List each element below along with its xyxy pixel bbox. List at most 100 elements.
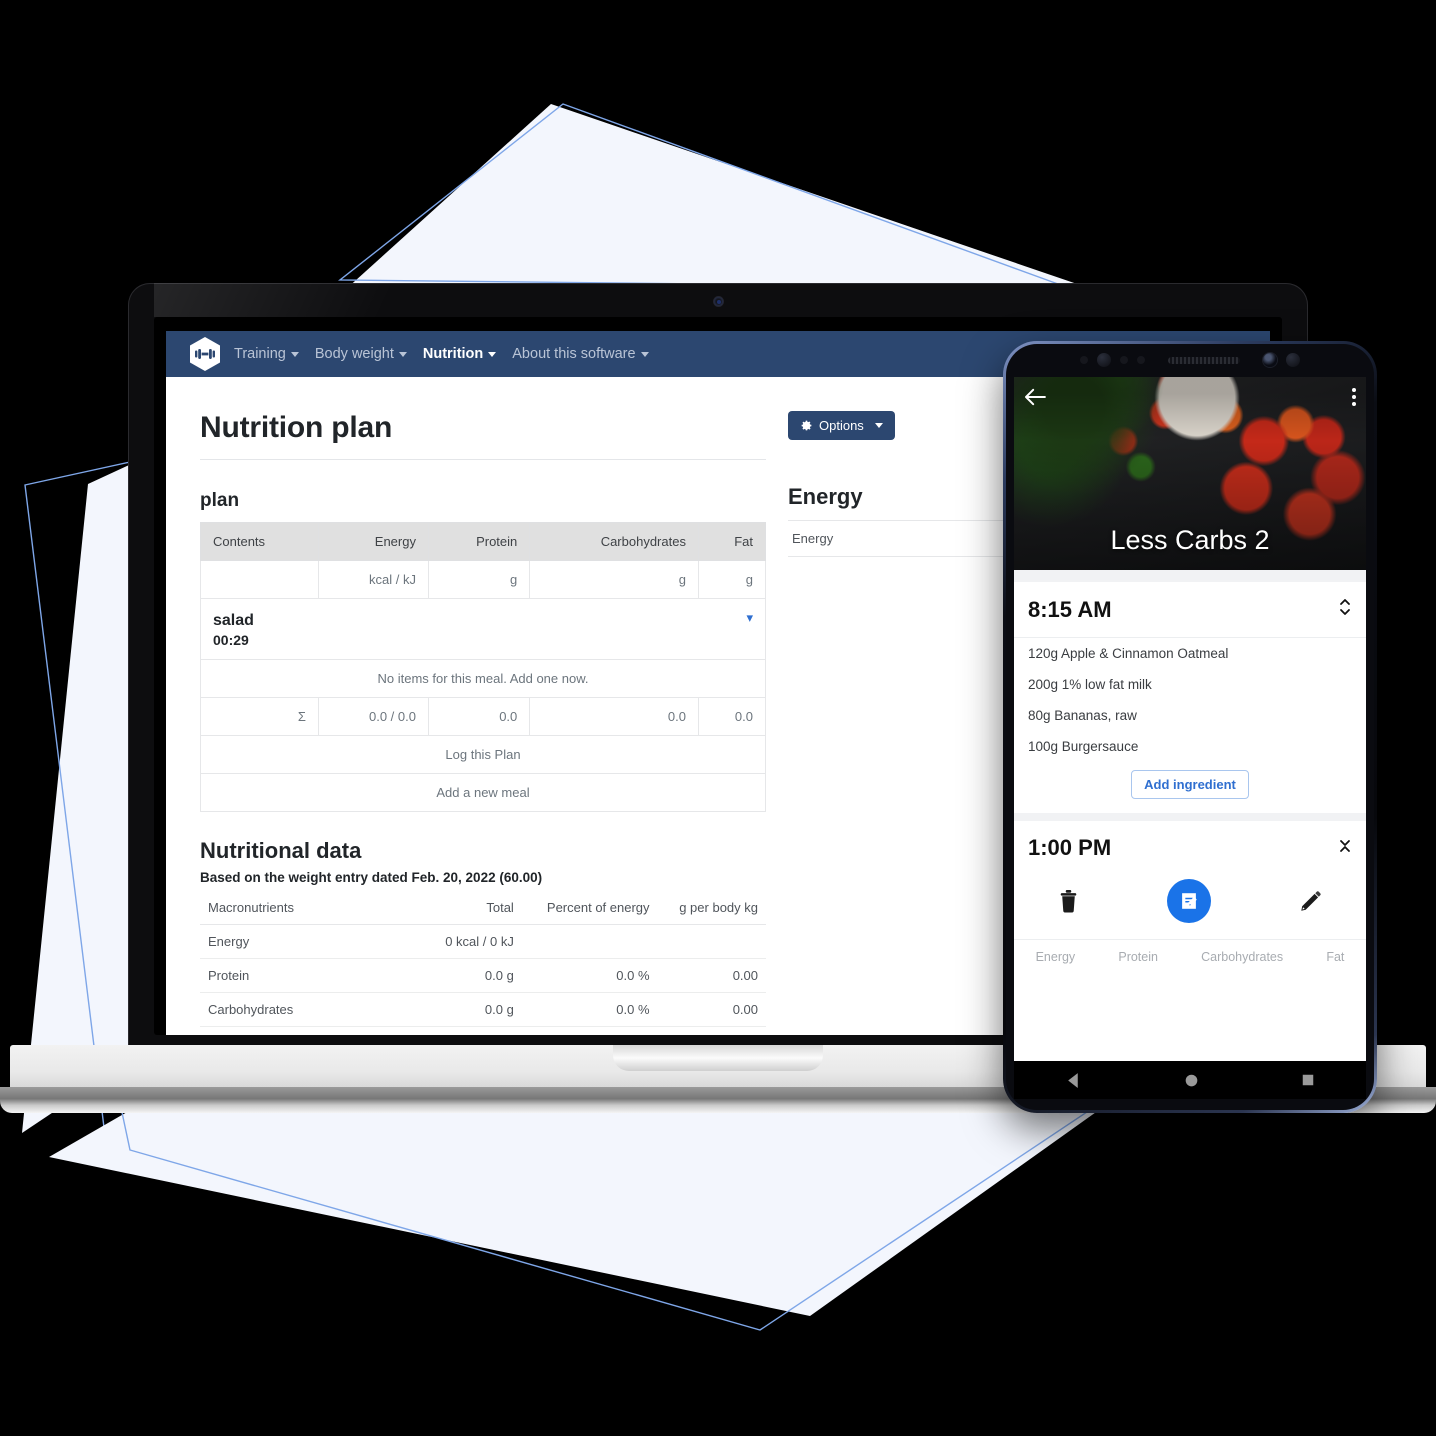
sum-energy: 0.0 / 0.0 bbox=[317, 696, 429, 736]
phone-device: :33 bbox=[1003, 341, 1377, 1113]
plan-heading: plan bbox=[200, 490, 240, 511]
nd-col-macronutrients: Macronutrients bbox=[200, 890, 425, 925]
nav-label: About this software bbox=[512, 346, 636, 362]
sensor-icon bbox=[1286, 353, 1300, 367]
table-row: Carbohydrates 0.0 g 0.0 % 0.00 bbox=[200, 992, 766, 1027]
recents-square-icon[interactable] bbox=[1301, 1073, 1315, 1087]
macro-label-fat: Fat bbox=[1326, 950, 1345, 964]
log-plan-row[interactable]: Log this Plan bbox=[200, 734, 766, 774]
list-item[interactable]: 120g Apple & Cinnamon Oatmeal bbox=[1014, 638, 1366, 669]
no-items-link[interactable]: No items for this meal. Add one now. bbox=[200, 658, 766, 698]
empty-meal-row[interactable]: No items for this meal. Add one now. bbox=[200, 658, 766, 698]
meal-card-1: 8:15 AM 120g Apple & Cinnamon Oatmeal 20… bbox=[1014, 582, 1366, 799]
bg-polygon-filled-top bbox=[345, 104, 1083, 290]
nav-item-about[interactable]: About this software bbox=[512, 346, 649, 362]
list-item[interactable]: 200g 1% low fat milk bbox=[1014, 669, 1366, 700]
nutritional-data-subtitle: Based on the weight entry dated Feb. 20,… bbox=[200, 869, 543, 885]
col-carbohydrates: Carbohydrates bbox=[529, 522, 699, 561]
earpiece-speaker-icon bbox=[1168, 356, 1240, 364]
title-divider bbox=[200, 459, 766, 460]
col-energy: Energy bbox=[317, 522, 429, 561]
unit-protein: g bbox=[427, 560, 531, 599]
back-triangle-icon[interactable] bbox=[1065, 1072, 1082, 1089]
nd-label: Protein bbox=[200, 958, 425, 993]
edit-icon[interactable] bbox=[1300, 890, 1322, 912]
sum-symbol: Σ bbox=[200, 696, 319, 736]
collapse-icon[interactable] bbox=[1338, 838, 1352, 859]
nav-item-nutrition[interactable]: Nutrition bbox=[423, 346, 497, 362]
unit-energy: kcal / kJ bbox=[317, 560, 429, 599]
phone-screen: :33 bbox=[1014, 377, 1366, 1061]
nd-label: Sugar content in carbohydrates bbox=[200, 1026, 425, 1035]
add-new-meal-link[interactable]: Add a new meal bbox=[200, 772, 766, 812]
nd-percent bbox=[521, 924, 658, 959]
page-title: Nutrition plan bbox=[200, 411, 393, 444]
nav-item-training[interactable]: Training bbox=[234, 346, 299, 362]
units-row: kcal / kJ g g g bbox=[200, 560, 767, 599]
nd-col-total: Total bbox=[425, 890, 522, 925]
nutritional-data-title: Nutritional data bbox=[200, 837, 362, 863]
nd-percent bbox=[521, 1026, 658, 1035]
sum-row: Σ 0.0 / 0.0 0.0 0.0 0.0 bbox=[200, 696, 767, 736]
macro-label-protein: Protein bbox=[1118, 950, 1158, 964]
nd-percent: 0.0 % bbox=[521, 958, 658, 993]
options-button[interactable]: Options bbox=[788, 411, 895, 440]
col-contents: Contents bbox=[200, 522, 319, 561]
nd-label: Carbohydrates bbox=[200, 992, 425, 1027]
bg-polygon-filled-bottom bbox=[49, 1100, 1113, 1316]
meal-card-2-header[interactable]: 1:00 PM bbox=[1014, 821, 1366, 865]
chevron-down-icon bbox=[874, 423, 883, 428]
meal-name: salad bbox=[213, 612, 254, 629]
list-gap bbox=[1014, 570, 1366, 582]
add-meal-row[interactable]: Add a new meal bbox=[200, 772, 766, 812]
meal-cell: ▾ salad 00:29 bbox=[200, 598, 766, 660]
nav-label: Training bbox=[234, 346, 286, 362]
sum-fat: 0.0 bbox=[697, 696, 767, 736]
unit-fat: g bbox=[697, 560, 767, 599]
table-row: Energy 0 kcal / 0 kJ bbox=[200, 924, 766, 959]
unit-carbohydrates: g bbox=[529, 560, 699, 599]
log-this-plan-link[interactable]: Log this Plan bbox=[200, 734, 766, 774]
nd-per-kg bbox=[657, 924, 766, 959]
options-button-label: Options bbox=[819, 418, 864, 433]
back-arrow-icon[interactable] bbox=[1024, 388, 1046, 406]
col-fat: Fat bbox=[697, 522, 767, 561]
lid-glare bbox=[154, 283, 484, 317]
nd-total: 0.0 g bbox=[425, 992, 522, 1027]
nd-label: Energy bbox=[200, 924, 425, 959]
ir-sensor-icon bbox=[1137, 356, 1145, 364]
dumbbell-hexagon-logo-icon[interactable] bbox=[190, 337, 220, 371]
add-ingredient-button[interactable]: Add ingredient bbox=[1131, 770, 1249, 799]
chevron-down-icon bbox=[488, 351, 497, 357]
meal-card-1-header[interactable]: 8:15 AM bbox=[1014, 582, 1366, 638]
delete-icon[interactable] bbox=[1059, 889, 1078, 913]
log-meal-icon[interactable] bbox=[1166, 879, 1211, 923]
meal-card-2: 1:00 PM Energy Protein Carbohydrates Fat bbox=[1014, 821, 1366, 976]
expand-collapse-icon[interactable] bbox=[1338, 596, 1352, 623]
meal-row[interactable]: ▾ salad 00:29 bbox=[200, 598, 766, 660]
nd-col-percent: Percent of energy bbox=[521, 890, 658, 925]
list-item[interactable]: 80g Bananas, raw bbox=[1014, 700, 1366, 731]
android-navigation-bar bbox=[1014, 1061, 1366, 1099]
meal-plan-hero: :33 bbox=[1014, 377, 1366, 570]
nd-per-kg: 0.00 bbox=[657, 958, 766, 993]
chevron-down-icon bbox=[640, 351, 649, 357]
list-item[interactable]: 100g Burgersauce bbox=[1014, 731, 1366, 762]
gear-icon bbox=[801, 420, 812, 431]
bg-polygon-outline-bottom bbox=[119, 1102, 1096, 1331]
webcam-icon bbox=[714, 297, 723, 306]
nav-item-body-weight[interactable]: Body weight bbox=[315, 346, 407, 362]
meal-dropdown-icon[interactable]: ▾ bbox=[746, 610, 753, 626]
kebab-menu-icon[interactable] bbox=[1352, 388, 1356, 406]
table-row: Protein 0.0 g 0.0 % 0.00 bbox=[200, 958, 766, 993]
meal-time: 00:29 bbox=[213, 631, 249, 648]
nd-header-row: Macronutrients Total Percent of energy g… bbox=[200, 890, 766, 925]
meal-time: 1:00 PM bbox=[1028, 835, 1112, 860]
home-circle-icon[interactable] bbox=[1184, 1073, 1199, 1088]
plan-table: Contents Energy Protein Carbohydrates Fa… bbox=[200, 522, 767, 812]
meal-action-row bbox=[1014, 865, 1366, 939]
unit-contents bbox=[200, 560, 319, 599]
laptop-base-notch bbox=[613, 1045, 823, 1071]
bg-polygon-outline-top bbox=[338, 103, 1070, 289]
nd-per-kg: 0.00 bbox=[657, 992, 766, 1027]
